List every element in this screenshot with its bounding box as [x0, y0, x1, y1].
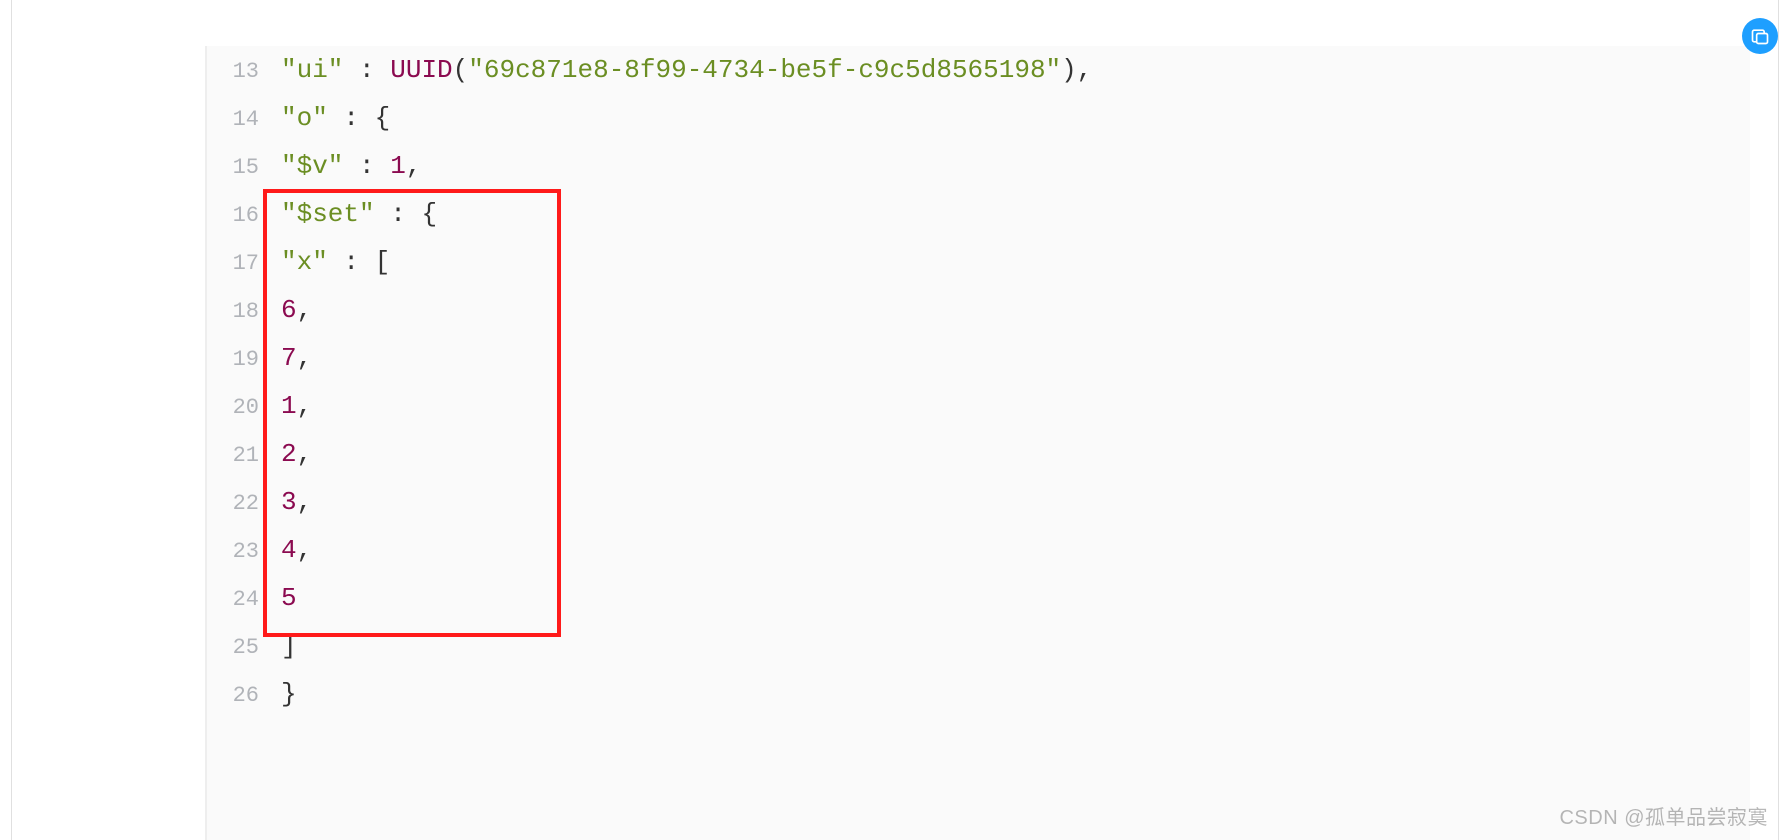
token-comma: , — [1077, 55, 1093, 85]
token-comma: , — [297, 487, 313, 517]
token-str: "$set" — [281, 199, 375, 229]
token-num: 2 — [281, 439, 297, 469]
line-number: 16 — [207, 192, 259, 240]
code-content: "o" : { — [259, 94, 390, 142]
code-content: "ui" : UUID("69c871e8-8f99-4734-be5f-c9c… — [259, 46, 1092, 94]
line-number: 20 — [207, 384, 259, 432]
token-str: "x" — [281, 247, 328, 277]
code-content: 7, — [259, 334, 312, 382]
token-num: 5 — [281, 583, 297, 613]
line-number: 21 — [207, 432, 259, 480]
token-punc: : — [375, 199, 422, 229]
token-punc: : — [328, 247, 375, 277]
code-line: 186, — [207, 286, 1750, 334]
code-line: 212, — [207, 430, 1750, 478]
token-num: 3 — [281, 487, 297, 517]
token-comma: , — [297, 391, 313, 421]
line-number: 17 — [207, 240, 259, 288]
token-comma: , — [297, 295, 313, 325]
code-content: 5 — [259, 574, 297, 622]
token-comma: , — [297, 439, 313, 469]
code-line: 197, — [207, 334, 1750, 382]
token-punc: { — [375, 103, 391, 133]
code-content: 2, — [259, 430, 312, 478]
line-number: 18 — [207, 288, 259, 336]
token-str: "o" — [281, 103, 328, 133]
line-number: 24 — [207, 576, 259, 624]
code-line: 223, — [207, 478, 1750, 526]
line-number: 25 — [207, 624, 259, 672]
line-number: 13 — [207, 48, 259, 96]
code-line: 234, — [207, 526, 1750, 574]
code-content: 4, — [259, 526, 312, 574]
token-comma: , — [297, 343, 313, 373]
token-comma: , — [406, 151, 422, 181]
code-line: 24 5 — [207, 574, 1750, 622]
watermark-text: CSDN @孤单品尝寂寞 — [1559, 801, 1768, 830]
line-number: 23 — [207, 528, 259, 576]
code-line: 13"ui" : UUID("69c871e8-8f99-4734-be5f-c… — [207, 46, 1750, 94]
token-punc: [ — [375, 247, 391, 277]
code-content: ] — [259, 622, 297, 670]
token-punc: : — [328, 103, 375, 133]
token-num: 7 — [281, 343, 297, 373]
code-line: 26} — [207, 670, 1750, 718]
code-content: 6, — [259, 286, 312, 334]
line-number: 15 — [207, 144, 259, 192]
line-number: 22 — [207, 480, 259, 528]
line-number: 14 — [207, 96, 259, 144]
token-punc: ] — [281, 631, 297, 661]
code-content: 1, — [259, 382, 312, 430]
token-str: "69c871e8-8f99-4734-be5f-c9c5d8565198" — [468, 55, 1061, 85]
code-line: 25] — [207, 622, 1750, 670]
line-number: 26 — [207, 672, 259, 720]
code-line: 16"$set" : { — [207, 190, 1750, 238]
token-punc: : — [343, 55, 390, 85]
code-block: 13"ui" : UUID("69c871e8-8f99-4734-be5f-c… — [205, 46, 1750, 840]
token-str: "$v" — [281, 151, 343, 181]
code-content: "$set" : { — [259, 190, 437, 238]
token-num: 1 — [390, 151, 406, 181]
code-line: 201, — [207, 382, 1750, 430]
token-num: 4 — [281, 535, 297, 565]
token-num: 6 — [281, 295, 297, 325]
token-punc: : — [343, 151, 390, 181]
code-content: 3, — [259, 478, 312, 526]
token-punc: ( — [453, 55, 469, 85]
code-line: 15"$v" : 1, — [207, 142, 1750, 190]
code-content: } — [259, 670, 297, 718]
token-str: "ui" — [281, 55, 343, 85]
csdn-badge-icon[interactable] — [1742, 18, 1778, 54]
line-number: 19 — [207, 336, 259, 384]
token-comma: , — [297, 535, 313, 565]
code-content: "x" : [ — [259, 238, 390, 286]
token-func: UUID — [390, 55, 452, 85]
code-line: 17"x" : [ — [207, 238, 1750, 286]
token-punc: } — [281, 679, 297, 709]
code-content: "$v" : 1, — [259, 142, 421, 190]
token-punc: ) — [1061, 55, 1077, 85]
code-line: 14"o" : { — [207, 94, 1750, 142]
token-punc: { — [421, 199, 437, 229]
token-num: 1 — [281, 391, 297, 421]
